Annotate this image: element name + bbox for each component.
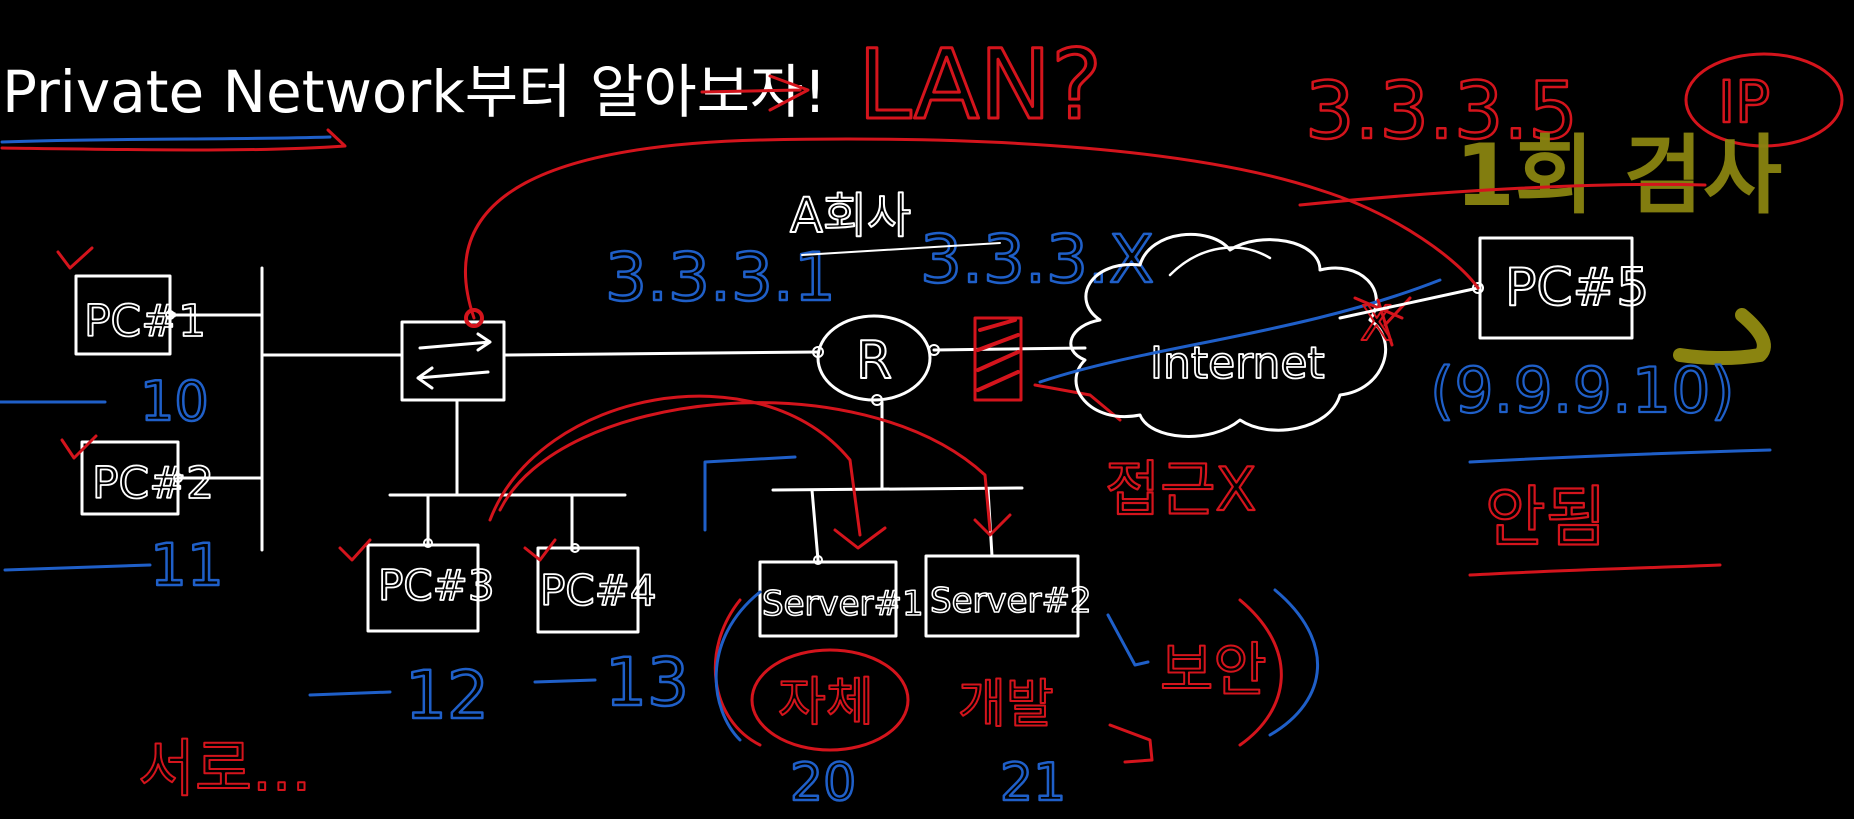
olive-hook bbox=[1673, 308, 1771, 366]
pc5-status: 안됨 bbox=[1485, 479, 1606, 556]
pc5-addr-underline bbox=[1468, 448, 1772, 464]
server2-label: Server#2 bbox=[930, 581, 1092, 621]
pc5-node: PC#5 bbox=[1472, 236, 1650, 340]
blocked-access-label: 접근X bbox=[1105, 455, 1257, 525]
switch-arrow-left bbox=[416, 366, 490, 390]
pc4-label: PC#4 bbox=[540, 566, 657, 615]
x-mark-label: X bbox=[1360, 296, 1393, 352]
server2-addr: 21 bbox=[1000, 753, 1066, 813]
blue-paren-right bbox=[1268, 588, 1320, 737]
server1-node: Server#1 bbox=[758, 555, 924, 638]
server1-drop bbox=[810, 488, 820, 562]
pc1-check bbox=[56, 246, 94, 270]
pc5-status-underline bbox=[1468, 563, 1722, 577]
bottom-left-note: 서로... bbox=[138, 732, 311, 805]
pc4-addr: 13 bbox=[605, 644, 689, 721]
pc2-addr-line bbox=[3, 563, 152, 572]
cloud-inner-line bbox=[1168, 246, 1272, 277]
title-underline bbox=[0, 135, 332, 144]
server-note-security: 보안 bbox=[1160, 636, 1267, 704]
red-arrowhead-server2 bbox=[973, 513, 1012, 537]
pc2-label: PC#2 bbox=[92, 458, 214, 509]
pc2-addr: 11 bbox=[150, 531, 224, 599]
pc3-addr: 12 bbox=[405, 657, 489, 734]
pc3-check bbox=[338, 538, 372, 562]
switch-arrow-right bbox=[418, 332, 492, 352]
internet-label: Internet bbox=[1150, 338, 1325, 389]
server-note-self: 자체 bbox=[778, 673, 874, 733]
blue-paren-left bbox=[714, 590, 762, 742]
router-node: R bbox=[812, 314, 940, 406]
pc5-label: PC#5 bbox=[1505, 258, 1649, 318]
olive-note: 1회 검사 bbox=[1455, 126, 1782, 226]
pc3-label: PC#3 bbox=[378, 561, 495, 610]
pc2-check bbox=[60, 434, 98, 460]
pc1-addr: 10 bbox=[140, 370, 209, 433]
pc4-addr-line bbox=[533, 678, 597, 684]
pc2-node: PC#2 bbox=[60, 434, 264, 516]
server-bus bbox=[771, 486, 1024, 492]
red-arc-server1 bbox=[488, 394, 862, 537]
switch-box bbox=[400, 320, 506, 402]
server-note-develop: 개발 bbox=[958, 675, 1054, 735]
internet-cloud-outline bbox=[1069, 232, 1388, 438]
red-bracket-right bbox=[1108, 723, 1154, 764]
pc4-check bbox=[523, 538, 557, 562]
pc1-label: PC#1 bbox=[84, 296, 206, 347]
blue-bracket-right bbox=[1106, 613, 1150, 667]
switch-to-router bbox=[502, 350, 820, 357]
red-paren-left bbox=[713, 598, 762, 747]
network-diagram: Private Network부터 알아보자! LAN? 3.3.3.5 IP … bbox=[0, 28, 1844, 814]
blue-bracket bbox=[703, 455, 797, 532]
isp-label: A회사 bbox=[790, 188, 911, 244]
pc3-node: PC#3 bbox=[338, 538, 495, 633]
firewall-hatch bbox=[976, 318, 1020, 392]
pc5-addr: (9.9.9.10) bbox=[1430, 354, 1735, 427]
pc3-addr-line bbox=[308, 690, 392, 697]
lan-question: LAN? bbox=[858, 29, 1102, 141]
subnet-left: 3.3.3.1 bbox=[605, 239, 836, 316]
whiteboard-canvas: Private Network부터 알아보자! LAN? 3.3.3.5 IP … bbox=[0, 0, 1854, 819]
router-label: R bbox=[856, 331, 892, 391]
internet-cloud: Internet bbox=[1069, 232, 1388, 438]
router-to-internet bbox=[932, 346, 1087, 352]
server1-label: Server#1 bbox=[762, 584, 924, 624]
server2-node: Server#2 bbox=[924, 554, 1092, 638]
pc4-node: PC#4 bbox=[523, 538, 657, 634]
pc1-node: PC#1 bbox=[56, 246, 264, 356]
switch-node bbox=[400, 308, 506, 402]
server1-addr: 20 bbox=[790, 753, 856, 813]
subnet-right: 3.3.3.X bbox=[920, 221, 1154, 298]
